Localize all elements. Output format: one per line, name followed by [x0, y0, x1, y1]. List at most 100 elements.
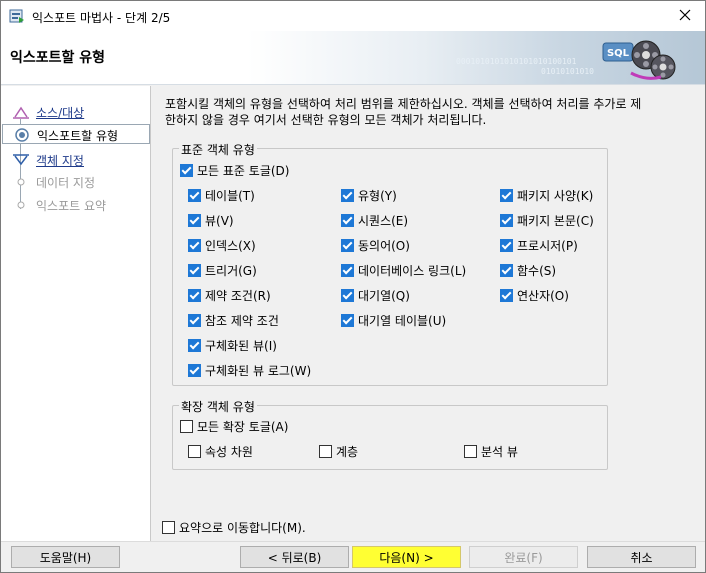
page-title: 익스포트할 유형	[10, 50, 106, 66]
checkbox-label: 시퀀스(E)	[358, 214, 409, 228]
checkbox[interactable]	[188, 239, 201, 252]
checkbox-label: 패키지 본문(C)	[517, 214, 594, 228]
group-legend: 확장 객체 유형	[179, 398, 257, 415]
sql-reels-icon: SQL	[602, 40, 676, 80]
checkbox-functions[interactable]: 함수(S)	[500, 262, 556, 279]
next-button[interactable]: 다음(N) >	[352, 546, 461, 568]
checkbox[interactable]	[188, 364, 201, 377]
step-label: 소스/대상	[36, 106, 85, 120]
checkbox[interactable]	[188, 445, 201, 458]
step-label: 객체 지정	[36, 154, 84, 168]
checkbox-triggers[interactable]: 트리거(G)	[188, 262, 257, 279]
checkbox[interactable]	[341, 189, 354, 202]
checkbox[interactable]	[500, 264, 513, 277]
group-legend: 표준 객체 유형	[179, 141, 257, 158]
checkbox-ref-constraints[interactable]: 참조 제약 조건	[188, 312, 279, 329]
checkbox[interactable]	[500, 239, 513, 252]
step-label: 데이터 지정	[36, 176, 96, 190]
checkbox[interactable]	[180, 420, 193, 433]
checkbox-label: 프로시저(P)	[517, 239, 578, 253]
checkbox-materialized-view-logs[interactable]: 구체화된 뷰 로그(W)	[188, 362, 311, 379]
checkbox-label: 모든 표준 토글(D)	[197, 164, 290, 178]
step-export-types[interactable]: 익스포트할 유형	[2, 124, 150, 144]
checkbox[interactable]	[180, 164, 193, 177]
checkbox[interactable]	[341, 239, 354, 252]
checkbox-attribute-dimensions[interactable]: 속성 차원	[188, 443, 253, 460]
checkbox-label: 테이블(T)	[205, 189, 255, 203]
checkbox-hierarchies[interactable]: 계층	[319, 443, 358, 460]
help-button[interactable]: 도움말(H)	[11, 546, 120, 568]
checkbox[interactable]	[188, 214, 201, 227]
checkbox-label: 속성 차원	[205, 445, 253, 459]
all-extended-toggle[interactable]: 모든 확장 토글(A)	[180, 418, 288, 435]
instructions-text: 포함시킬 객체의 유형을 선택하여 처리 범위를 제한하십시오. 객체를 선택하…	[165, 96, 695, 128]
step-disabled-icon	[17, 178, 25, 186]
close-icon	[679, 9, 691, 24]
banner-binary-text: 0001010101010101010100101	[456, 57, 577, 66]
checkbox[interactable]	[188, 264, 201, 277]
step-label: 익스포트 요약	[36, 199, 107, 213]
checkbox[interactable]	[500, 289, 513, 302]
checkbox[interactable]	[341, 264, 354, 277]
checkbox-database-links[interactable]: 데이터베이스 링크(L)	[341, 262, 466, 279]
checkbox[interactable]	[188, 314, 201, 327]
checkbox-views[interactable]: 뷰(V)	[188, 212, 234, 229]
skip-to-summary-checkbox[interactable]: 요약으로 이동합니다(M).	[162, 519, 306, 536]
checkbox[interactable]	[188, 189, 201, 202]
checkbox[interactable]	[500, 189, 513, 202]
checkbox-label: 유형(Y)	[358, 189, 397, 203]
checkbox-synonyms[interactable]: 동의어(O)	[341, 237, 410, 254]
wizard-app-icon	[9, 8, 25, 24]
step-specify-objects[interactable]: 객체 지정	[1, 150, 151, 170]
checkbox-types[interactable]: 유형(Y)	[341, 187, 397, 204]
checkbox-label: 인덱스(X)	[205, 239, 256, 253]
checkbox-label: 분석 뷰	[481, 445, 518, 459]
checkbox[interactable]	[162, 521, 175, 534]
checkbox-analytic-views[interactable]: 분석 뷰	[464, 443, 518, 460]
wizard-step-nav: 소스/대상 익스포트할 유형 객체 지정 데이터 지정 익스포트 요약	[1, 86, 151, 541]
checkbox-package-specs[interactable]: 패키지 사양(K)	[500, 187, 593, 204]
checkbox-label: 구체화된 뷰(I)	[205, 339, 277, 353]
cancel-button[interactable]: 취소	[587, 546, 696, 568]
checkbox-label: 대기열(Q)	[358, 289, 410, 303]
checkbox-package-bodies[interactable]: 패키지 본문(C)	[500, 212, 594, 229]
checkbox[interactable]	[464, 445, 477, 458]
checkbox[interactable]	[341, 289, 354, 302]
extended-object-types-group: 확장 객체 유형 모든 확장 토글(A) 속성 차원 계층 분석 뷰	[172, 398, 608, 470]
checkbox-label: 제약 조건(R)	[205, 289, 271, 303]
checkbox-tables[interactable]: 테이블(T)	[188, 187, 255, 204]
checkbox-label: 동의어(O)	[358, 239, 410, 253]
checkbox[interactable]	[500, 214, 513, 227]
step-pending-icon	[13, 154, 29, 166]
checkbox[interactable]	[188, 289, 201, 302]
finish-button: 완료(F)	[469, 546, 578, 568]
checkbox-indexes[interactable]: 인덱스(X)	[188, 237, 256, 254]
checkbox[interactable]	[319, 445, 332, 458]
checkbox-label: 트리거(G)	[205, 264, 257, 278]
back-button[interactable]: < 뒤로(B)	[240, 546, 349, 568]
all-standard-toggle[interactable]: 모든 표준 토글(D)	[180, 162, 289, 179]
checkbox-constraints[interactable]: 제약 조건(R)	[188, 287, 271, 304]
checkbox-materialized-views[interactable]: 구체화된 뷰(I)	[188, 337, 277, 354]
checkbox-queues[interactable]: 대기열(Q)	[341, 287, 410, 304]
export-wizard-window: 익스포트 마법사 - 단계 2/5 익스포트할 유형 0001010101010…	[0, 0, 706, 573]
checkbox-procedures[interactable]: 프로시저(P)	[500, 237, 578, 254]
sql-art-label: SQL	[607, 48, 630, 59]
step-current-icon	[15, 128, 29, 142]
checkbox-operators[interactable]: 연산자(O)	[500, 287, 569, 304]
step-disabled-icon	[17, 201, 25, 209]
checkbox[interactable]	[341, 314, 354, 327]
checkbox-label: 대기열 테이블(U)	[358, 314, 447, 328]
checkbox-sequences[interactable]: 시퀀스(E)	[341, 212, 408, 229]
banner-binary-text-2: 01010101010	[541, 67, 594, 76]
checkbox[interactable]	[188, 339, 201, 352]
step-source-target[interactable]: 소스/대상	[1, 102, 151, 122]
close-button[interactable]	[665, 1, 705, 31]
checkbox[interactable]	[341, 214, 354, 227]
step-label: 익스포트할 유형	[37, 129, 119, 143]
step-export-summary: 익스포트 요약	[1, 195, 151, 215]
checkbox-queue-tables[interactable]: 대기열 테이블(U)	[341, 312, 446, 329]
step-done-icon	[13, 106, 29, 119]
instructions-line-1: 포함시킬 객체의 유형을 선택하여 처리 범위를 제한하십시오. 객체를 선택하…	[165, 97, 642, 111]
window-title: 익스포트 마법사 - 단계 2/5	[32, 11, 171, 25]
